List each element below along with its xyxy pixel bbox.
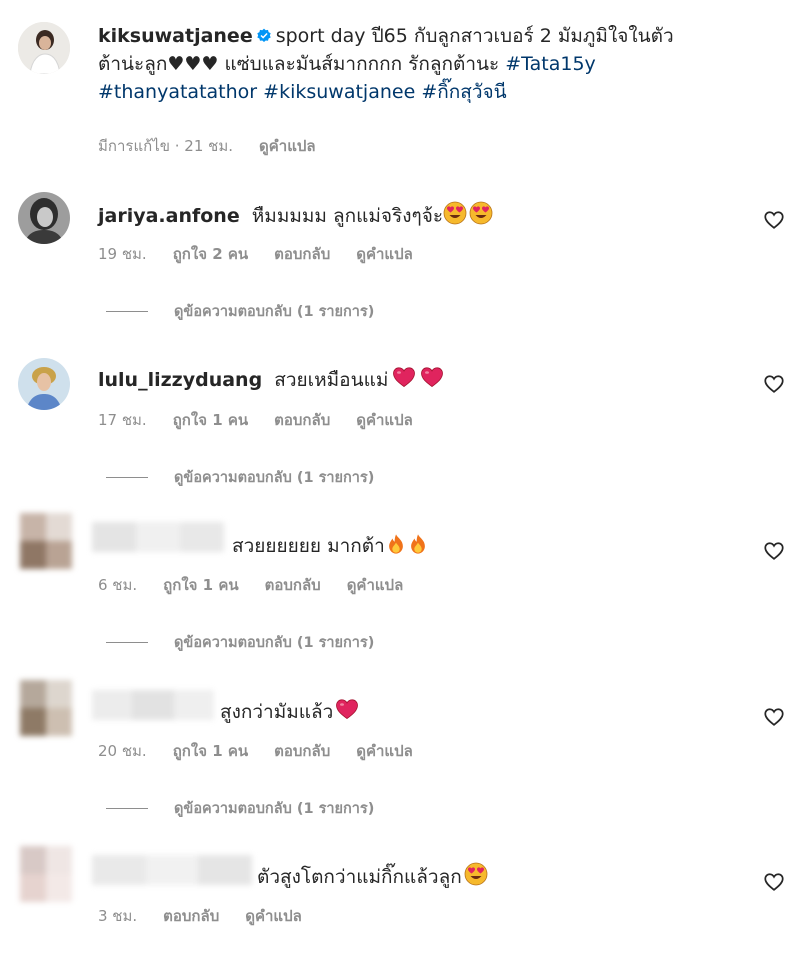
reply-button[interactable]: ตอบกลับ [265, 576, 321, 594]
comment-meta: 20 ชม. ถูกใจ 1 คน ตอบกลับ ดูคำแปล [98, 739, 439, 763]
comment-text: ตัวสูงโตกว่าแม่กิ๊กแล้วลูก [257, 866, 462, 888]
translate-link[interactable]: ดูคำแปล [347, 576, 404, 594]
caption-edited-time: มีการแก้ไข · 21 ชม. [98, 137, 233, 155]
comment-likes[interactable]: ถูกใจ 1 คน [163, 576, 238, 594]
caption-text-line1: sport day ปี65 กับลูกสาวเบอร์ 2 มัมภูมิใ… [275, 25, 674, 47]
reply-button[interactable]: ตอบกลับ [274, 411, 330, 429]
translate-link[interactable]: ดูคำแปล [356, 742, 413, 760]
view-replies-label: ดูข้อความตอบกลับ (1 รายการ) [174, 635, 375, 651]
comment-text: สวยเหมือนแม่ [274, 369, 389, 391]
comment-time: 20 ชม. [98, 742, 147, 760]
blurred-username [92, 522, 224, 552]
comment-body: lulu_lizzyduang สวยเหมือนแม่ [98, 365, 444, 393]
comment-meta: 6 ชม. ถูกใจ 1 คน ตอบกลับ ดูคำแปล [98, 573, 429, 597]
comment-body: ตัวสูงโตกว่าแม่กิ๊กแล้วลูก [257, 862, 488, 890]
comment-text: หืมมมมม ลูกแม่จริงๆจ้ะ [251, 205, 444, 227]
like-heart-icon[interactable] [763, 540, 785, 562]
comment-body: สวยยยยยย มากต้า [232, 533, 429, 559]
reply-button[interactable]: ตอบกลับ [274, 245, 330, 263]
view-replies-button[interactable]: ดูข้อความตอบกลับ (1 รายการ) [106, 631, 374, 654]
blurred-username [92, 690, 214, 720]
comment-time: 19 ชม. [98, 245, 147, 263]
translate-link[interactable]: ดูคำแปล [245, 907, 302, 925]
comment-likes[interactable]: ถูกใจ 2 คน [173, 245, 248, 263]
poster-avatar[interactable] [18, 22, 70, 74]
translate-link[interactable]: ดูคำแปล [356, 411, 413, 429]
replies-divider [106, 642, 148, 643]
comment-text: สูงกว่ามัมแล้ว [220, 701, 334, 723]
comment-meta: 3 ชม. ตอบกลับ ดูคำแปล [98, 904, 328, 928]
comment-time: 6 ชม. [98, 576, 138, 594]
comment-time: 17 ชม. [98, 411, 147, 429]
like-heart-icon[interactable] [763, 373, 785, 395]
view-replies-button[interactable]: ดูข้อความตอบกลับ (1 รายการ) [106, 466, 374, 489]
red-heart-emoji-icon [335, 697, 359, 721]
commenter-avatar[interactable] [18, 358, 70, 410]
view-replies-label: ดูข้อความตอบกลับ (1 รายการ) [174, 470, 375, 486]
heart-eyes-emoji-icon [469, 201, 493, 225]
view-replies-button[interactable]: ดูข้อความตอบกลับ (1 รายการ) [106, 300, 374, 323]
comment-likes[interactable]: ถูกใจ 1 คน [173, 411, 248, 429]
reply-button[interactable]: ตอบกลับ [163, 907, 219, 925]
comment-body: สูงกว่ามัมแล้ว [220, 697, 359, 725]
red-heart-emoji-icon [392, 365, 416, 389]
hashtag-link[interactable]: #thanyatatathor [98, 81, 257, 103]
comment-likes[interactable]: ถูกใจ 1 คน [173, 742, 248, 760]
replies-divider [106, 311, 148, 312]
replies-divider [106, 808, 148, 809]
hashtag-link[interactable]: #กิ๊กสุวัจนี [421, 81, 506, 103]
comment-time: 3 ชม. [98, 907, 138, 925]
comment-meta: 17 ชม. ถูกใจ 1 คน ตอบกลับ ดูคำแปล [98, 408, 439, 432]
poster-username[interactable]: kiksuwatjanee [98, 25, 253, 47]
view-replies-button[interactable]: ดูข้อความตอบกลับ (1 รายการ) [106, 797, 374, 820]
caption-text-line2: ต้าน่ะลูก♥♥♥ แซ่บและมันส์มากกกก รักลูกต้… [98, 53, 500, 75]
verified-badge-icon [257, 28, 271, 42]
caption-meta: มีการแก้ไข · 21 ชม. ดูคำแปล [98, 134, 342, 158]
comment-text: สวยยยยยย มากต้า [232, 535, 385, 557]
heart-eyes-emoji-icon [443, 201, 467, 225]
blurred-avatar[interactable] [20, 846, 72, 902]
view-replies-label: ดูข้อความตอบกลับ (1 รายการ) [174, 801, 375, 817]
comment-meta: 19 ชม. ถูกใจ 2 คน ตอบกลับ ดูคำแปล [98, 242, 439, 266]
like-heart-icon[interactable] [763, 706, 785, 728]
translate-link[interactable]: ดูคำแปล [356, 245, 413, 263]
heart-eyes-emoji-icon [464, 862, 488, 886]
comment-body: jariya.anfone หืมมมมม ลูกแม่จริงๆจ้ะ [98, 201, 493, 229]
like-heart-icon[interactable] [763, 209, 785, 231]
commenter-avatar[interactable] [18, 192, 70, 244]
like-heart-icon[interactable] [763, 871, 785, 893]
commenter-username[interactable]: lulu_lizzyduang [98, 369, 262, 391]
reply-button[interactable]: ตอบกลับ [274, 742, 330, 760]
red-heart-emoji-icon [420, 365, 444, 389]
replies-divider [106, 477, 148, 478]
view-replies-label: ดูข้อความตอบกลับ (1 รายการ) [174, 304, 375, 320]
blurred-avatar[interactable] [20, 513, 72, 569]
hashtag-link[interactable]: #Tata15y [505, 53, 596, 75]
blurred-avatar[interactable] [20, 680, 72, 736]
post-caption: kiksuwatjanee sport day ปี65 กับลูกสาวเบอ… [98, 22, 788, 106]
translate-link[interactable]: ดูคำแปล [259, 137, 316, 155]
fire-emoji-icon [385, 533, 407, 555]
hashtag-link[interactable]: #kiksuwatjanee [263, 81, 415, 103]
fire-emoji-icon [407, 533, 429, 555]
commenter-username[interactable]: jariya.anfone [98, 205, 240, 227]
blurred-username [92, 855, 252, 885]
